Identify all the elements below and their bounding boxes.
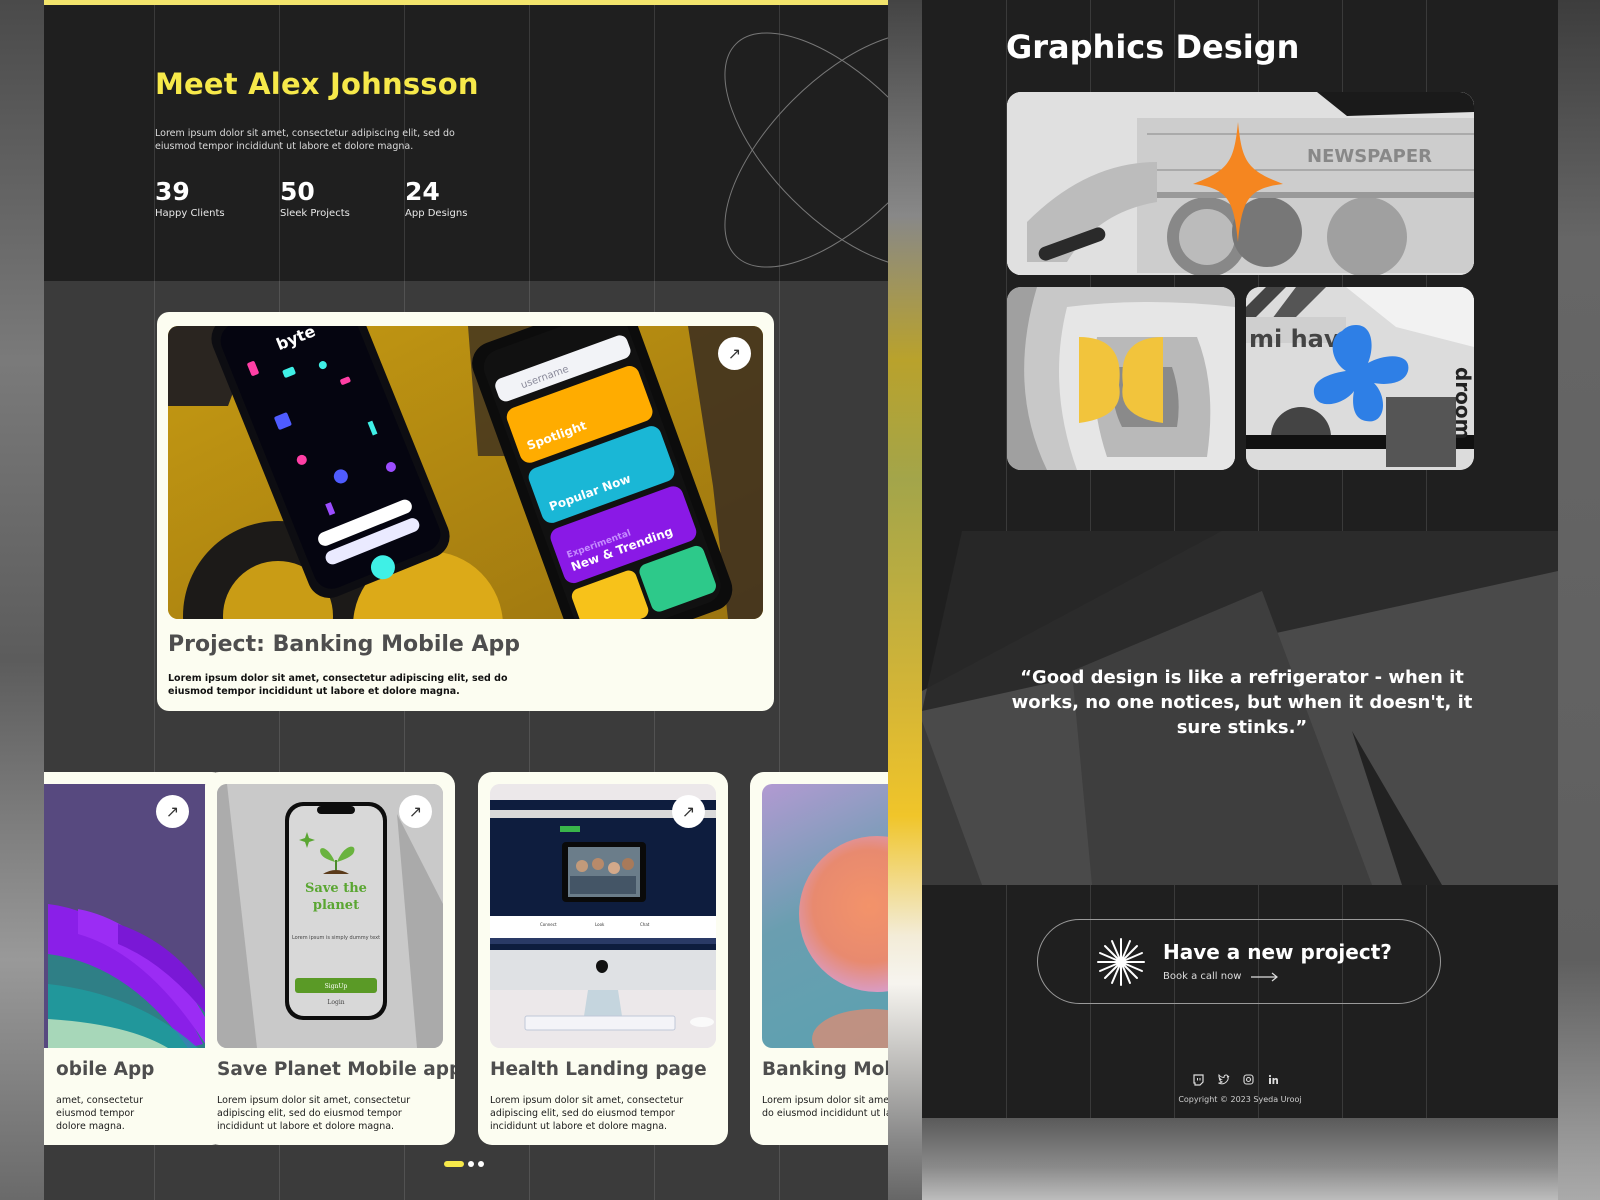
stat-value: 24 [405,177,440,206]
project-card[interactable]: ↗ obile App amet, consectetur eiusmod te… [44,772,226,1145]
stat-sleek-projects: 50 Sleek Projects [280,177,350,219]
gradient-sphere-illustration [762,784,888,1048]
graphics-design-title: Graphics Design [1006,28,1300,66]
project-description: Lorem ipsum dolor sit amet, consectetur … [490,1095,684,1132]
cta-title: Have a new project? [1163,940,1392,964]
arrow-up-right-icon: ↗ [408,802,423,821]
project-image: Connect Look Chat ↗ [490,784,716,1048]
open-project-button[interactable]: ↗ [718,337,751,370]
stat-value: 39 [155,177,190,206]
orbit-decoration [724,32,888,268]
background-right [1558,0,1600,1200]
linkedin-icon[interactable] [1267,1073,1280,1086]
purple-waves-illustration [44,784,214,1048]
background-left [0,0,44,1200]
left-page: Meet Alex Johnsson Lorem ipsum dolor sit… [44,0,888,1200]
arrow-up-right-icon: ↗ [727,344,742,363]
project-description: Lorem ipsum dolor sit amet, consectetur … [217,1095,411,1132]
open-project-button[interactable]: ↗ [156,795,189,828]
project-title: Save Planet Mobile app [217,1059,455,1080]
hero-section: Meet Alex Johnsson Lorem ipsum dolor sit… [44,0,888,281]
hero-title: Meet Alex Johnsson [155,67,479,101]
project-title: obile App [56,1059,155,1080]
project-card[interactable]: Connect Look Chat ↗ Health Landing page … [478,772,728,1145]
column-look: Look [595,922,605,927]
caption-droom: droom [1451,367,1474,440]
instagram-icon[interactable] [1242,1073,1255,1086]
carousel-dot[interactable] [478,1161,484,1167]
stat-label: Sleek Projects [280,208,350,219]
graphics-image-yellow-shape[interactable] [1007,287,1235,470]
phone-heading-line-1: Save the [305,881,367,896]
column-connect: Connect [540,922,557,927]
project-description: amet, consectetur eiusmod tempor dolore … [56,1095,143,1132]
hero-description: Lorem ipsum dolor sit amet, consectetur … [155,128,455,152]
copyright: Copyright © 2023 Syeda Urooj [1178,1095,1302,1104]
project-image: ↗ [44,784,214,1048]
stat-happy-clients: 39 Happy Clients [155,177,225,219]
column-chat: Chat [640,922,650,927]
featured-project-title: Project: Banking Mobile App [168,632,521,657]
new-project-cta[interactable]: Have a new project? Book a call now [1037,919,1441,1004]
phones-illustration: byte username Spotlight Popular Now Expe… [168,326,763,619]
twitter-icon[interactable] [1217,1073,1230,1086]
sparkle-icon [1097,938,1145,986]
featured-project-card[interactable]: byte username Spotlight Popular Now Expe… [157,312,774,711]
graphics-image-blue-flower[interactable]: mi have droom [1246,287,1474,470]
project-description: Lorem ipsum dolor sit amet, adipiscing e… [762,1095,888,1119]
phone-body: Lorem ipsum is simply dummy text [292,935,380,941]
project-image: Save the planet Lorem ipsum is simply du… [217,784,443,1048]
carousel-dots [444,1161,484,1167]
stat-label: Happy Clients [155,208,225,219]
right-page: Graphics Design NEWSPAPER mi have droom … [922,0,1558,1118]
arrow-up-right-icon: ↗ [681,802,696,821]
social-links [1192,1073,1280,1086]
book-call-link[interactable]: Book a call now [1163,971,1279,982]
stat-app-designs: 24 App Designs [405,177,467,219]
arrow-right-icon [1251,972,1279,981]
featured-project-image: byte username Spotlight Popular Now Expe… [168,326,763,619]
open-project-button[interactable]: ↗ [672,795,705,828]
phone-heading-line-2: planet [313,898,359,913]
quote-section: “Good design is like a refrigerator - wh… [922,531,1558,885]
graphics-image-newspaper[interactable]: NEWSPAPER [1007,92,1474,275]
carousel-dot[interactable] [468,1161,474,1167]
background-middle [888,0,922,1200]
arrow-up-right-icon: ↗ [165,802,180,821]
project-title: Health Landing page [490,1059,707,1080]
background-bottom [922,1118,1558,1200]
project-card[interactable]: Banking Mobil Lorem ipsum dolor sit amet… [750,772,888,1145]
project-card[interactable]: Save the planet Lorem ipsum is simply du… [205,772,455,1145]
carousel-dot[interactable] [444,1161,464,1167]
phone-signup: SignUp [325,983,348,990]
cta-link-label: Book a call now [1163,971,1242,982]
stat-value: 50 [280,177,315,206]
project-title: Banking Mobil [762,1059,888,1080]
project-image [762,784,888,1048]
featured-project-description: Lorem ipsum dolor sit amet, consectetur … [168,673,508,697]
newspaper-caption: NEWSPAPER [1307,146,1432,167]
phone-login: Login [327,999,344,1006]
quote-text: “Good design is like a refrigerator - wh… [1011,667,1473,738]
stat-label: App Designs [405,208,468,219]
open-project-button[interactable]: ↗ [399,795,432,828]
twitch-icon[interactable] [1192,1073,1205,1086]
